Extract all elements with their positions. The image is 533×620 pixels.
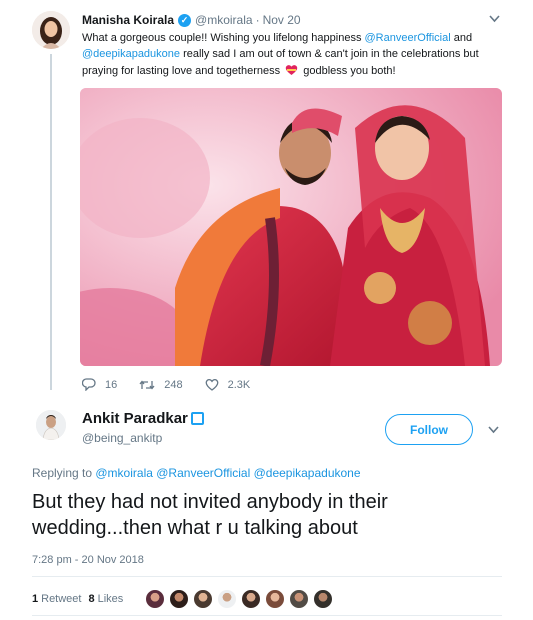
divider xyxy=(32,576,502,577)
heart-emoji-icon xyxy=(285,64,298,76)
liker-avatar[interactable] xyxy=(265,589,285,609)
reply-header: Ankit Paradkar xyxy=(82,410,204,427)
reply-count: 16 xyxy=(105,378,118,391)
caret-down-icon[interactable] xyxy=(488,423,499,437)
retweet-stat-label: Retweet xyxy=(41,593,82,605)
retweet-count: 248 xyxy=(164,378,183,391)
verified-icon: ✓ xyxy=(178,13,192,27)
liker-avatar[interactable] xyxy=(145,589,165,609)
author-avatar[interactable] xyxy=(32,11,70,49)
replying-label: Replying to xyxy=(32,466,96,480)
liker-avatars xyxy=(145,589,337,609)
mention-link[interactable]: @RanveerOfficial xyxy=(156,466,250,480)
reply-text: But they had not invited anybody in thei… xyxy=(32,491,388,539)
reply-timestamp[interactable]: 7:28 pm - 20 Nov 2018 xyxy=(32,554,144,566)
tweet-text-part: and xyxy=(450,32,473,44)
liker-avatar[interactable] xyxy=(241,589,261,609)
tweet-text: What a gorgeous couple!! Wishing you lif… xyxy=(82,30,500,79)
tweet-text-part: What a gorgeous couple!! Wishing you lif… xyxy=(82,32,365,44)
retweet-icon xyxy=(139,379,155,390)
tweet-actions: 16 248 2.3K xyxy=(82,378,272,391)
liker-avatar[interactable] xyxy=(289,589,309,609)
reply-action[interactable]: 16 xyxy=(82,378,117,391)
reply-icon xyxy=(82,378,96,391)
tweet-photo[interactable] xyxy=(80,88,502,366)
square-badge-icon xyxy=(190,412,204,425)
liker-avatar[interactable] xyxy=(193,589,213,609)
author-name[interactable]: Manisha Koirala xyxy=(82,13,174,27)
like-count: 2.3K xyxy=(227,378,251,391)
reply-author-handle[interactable]: @being_ankitp xyxy=(82,431,162,445)
caret-down-icon[interactable] xyxy=(489,12,500,26)
tweet-date[interactable]: Nov 20 xyxy=(263,13,301,27)
like-icon xyxy=(205,379,219,391)
avatar-portrait xyxy=(32,11,70,49)
follow-button[interactable]: Follow xyxy=(385,414,473,445)
retweet-stat-count: 1 xyxy=(32,593,39,605)
wedding-photo-image xyxy=(80,88,502,366)
liker-avatar[interactable] xyxy=(217,589,237,609)
mention-link[interactable]: @deepikapadukone xyxy=(254,466,361,480)
author-handle[interactable]: @mkoirala xyxy=(195,13,253,27)
liker-avatar[interactable] xyxy=(169,589,189,609)
like-stat-count: 8 xyxy=(88,593,95,605)
reply-author-name[interactable]: Ankit Paradkar xyxy=(82,410,188,427)
separator-dot: · xyxy=(255,13,260,27)
divider xyxy=(32,615,502,616)
mention-link[interactable]: @RanveerOfficial xyxy=(365,32,451,44)
retweet-action[interactable]: 248 xyxy=(139,378,183,391)
mention-link[interactable]: @mkoirala xyxy=(95,466,153,480)
thread-connector xyxy=(50,54,52,390)
tweet-header: Manisha Koirala ✓ @mkoirala · Nov 20 xyxy=(82,13,301,27)
replying-to: Replying to @mkoirala @RanveerOfficial @… xyxy=(32,466,361,480)
mention-link[interactable]: @deepikapadukone xyxy=(82,48,180,60)
reply-author-avatar[interactable] xyxy=(36,410,66,440)
avatar-portrait xyxy=(36,410,66,440)
liker-avatar[interactable] xyxy=(313,589,333,609)
tweet-text-part: godbless you both! xyxy=(300,65,396,77)
reply-stats: 1 Retweet 8 Likes xyxy=(32,593,130,605)
like-stat[interactable]: 8 Likes xyxy=(88,593,123,605)
retweet-stat[interactable]: 1 Retweet xyxy=(32,593,81,605)
like-stat-label: Likes xyxy=(97,593,124,605)
like-action[interactable]: 2.3K xyxy=(205,378,251,391)
